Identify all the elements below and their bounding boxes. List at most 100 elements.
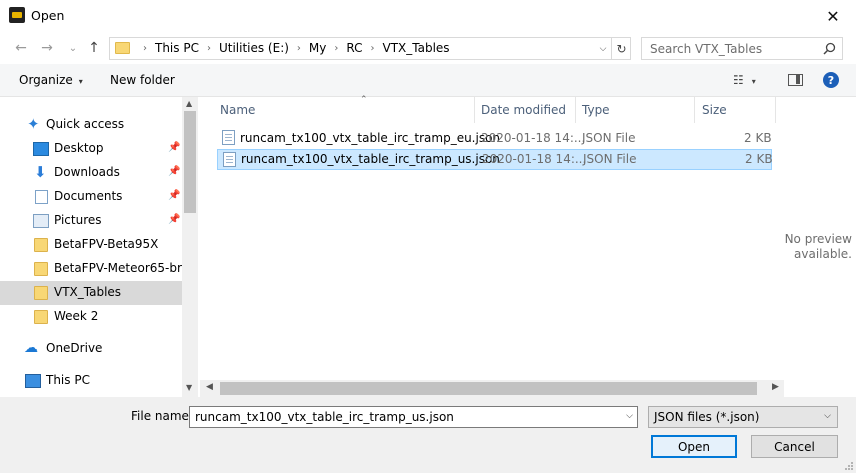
sidebar-item-betafpv-meteor65[interactable]: BetaFPV-Meteor65-brusl — [0, 257, 182, 281]
scroll-left-icon[interactable]: ◀ — [206, 382, 213, 392]
forward-arrow-icon[interactable]: → — [37, 38, 57, 58]
search-icon[interactable] — [823, 42, 836, 55]
breadcrumb-item[interactable]: RC — [345, 41, 363, 55]
help-icon[interactable]: ? — [823, 72, 839, 88]
address-bar[interactable]: › This PC › Utilities (E:) › My › RC › V… — [109, 37, 631, 60]
desktop-icon — [33, 142, 49, 156]
file-type-value: JSON files (*.json) — [654, 410, 760, 424]
back-arrow-icon[interactable]: ← — [11, 38, 31, 58]
sidebar-item-downloads[interactable]: ⬇ Downloads 📌 — [0, 161, 182, 185]
sidebar-item-label: Week 2 — [54, 309, 99, 323]
column-divider[interactable] — [775, 97, 776, 123]
breadcrumb-item[interactable]: Utilities (E:) — [218, 41, 290, 55]
title-bar: Open ✕ — [0, 0, 856, 32]
sidebar-item-pictures[interactable]: Pictures 📌 — [0, 209, 182, 233]
file-list-horizontal-scrollbar[interactable]: ◀ ▶ — [200, 380, 784, 397]
file-size: 2 KB — [744, 131, 772, 145]
refresh-icon[interactable]: ↻ — [611, 38, 631, 59]
sidebar-scrollbar[interactable]: ▲ ▼ — [182, 97, 198, 397]
chevron-right-icon[interactable]: › — [207, 43, 211, 54]
scroll-down-icon[interactable]: ▼ — [186, 383, 192, 392]
pin-icon: 📌 — [168, 190, 181, 201]
chevron-down-icon[interactable]: ⌵ — [595, 41, 611, 57]
caret-down-icon: ▾ — [751, 77, 756, 86]
table-row[interactable]: runcam_tx100_vtx_table_irc_tramp_eu.json… — [217, 128, 772, 149]
breadcrumb-item[interactable]: This PC — [154, 41, 200, 55]
sidebar-item-documents[interactable]: Documents 📌 — [0, 185, 182, 209]
up-arrow-icon[interactable]: ↑ — [84, 38, 104, 58]
star-icon: ✦ — [27, 115, 40, 133]
column-header-name[interactable]: Name ⌃ — [220, 95, 474, 123]
sidebar-item-betafpv-beta95x[interactable]: BetaFPV-Beta95X — [0, 233, 182, 257]
sidebar-item-desktop[interactable]: Desktop 📌 — [0, 137, 182, 161]
cancel-button[interactable]: Cancel — [751, 435, 838, 458]
file-date: 2020-01-18 14:... — [481, 131, 586, 145]
navigation-bar: ← → ⌄ ↑ › This PC › Utilities (E:) › My … — [0, 32, 856, 64]
file-date: 2020-01-18 14:... — [482, 152, 587, 166]
json-file-icon — [222, 130, 235, 145]
command-bar: Organize ▾ New folder ☷ ▾ ? — [0, 64, 856, 97]
column-divider[interactable] — [474, 97, 475, 123]
json-file-icon — [223, 152, 236, 167]
recent-locations-icon[interactable]: ⌄ — [63, 38, 83, 58]
sidebar-item-vtx-tables[interactable]: VTX_Tables — [0, 281, 182, 305]
sidebar-item-label: BetaFPV-Beta95X — [54, 237, 159, 251]
preview-line: No preview — [784, 232, 852, 246]
sidebar-item-quick-access[interactable]: ✦ Quick access — [0, 113, 182, 137]
sidebar-item-label: Desktop — [54, 141, 104, 155]
file-type: JSON File — [583, 152, 637, 166]
search-box[interactable] — [641, 37, 843, 60]
column-divider[interactable] — [694, 97, 695, 123]
file-name-input[interactable] — [190, 407, 618, 427]
pin-icon: 📌 — [168, 166, 181, 177]
folder-icon — [115, 42, 130, 54]
breadcrumb-item[interactable]: VTX_Tables — [382, 41, 451, 55]
caret-down-icon: ▾ — [78, 77, 83, 86]
pin-icon: 📌 — [168, 142, 181, 153]
chevron-right-icon[interactable]: › — [297, 43, 301, 54]
open-button[interactable]: Open — [651, 435, 737, 458]
chevron-right-icon[interactable]: › — [334, 43, 338, 54]
column-header-date[interactable]: Date modified — [481, 97, 575, 123]
scrollbar-thumb[interactable] — [184, 111, 196, 213]
sidebar-item-label: This PC — [46, 373, 90, 387]
scrollbar-thumb[interactable] — [220, 382, 757, 395]
file-list: Name ⌃ Date modified Type Size runcam_tx… — [200, 95, 784, 397]
preview-pane: No preview available. — [784, 97, 856, 397]
preview-message: No preview available. — [784, 232, 852, 262]
sidebar-item-label: Quick access — [46, 117, 125, 131]
new-folder-button[interactable]: New folder — [110, 73, 175, 87]
organize-button[interactable]: Organize ▾ — [19, 73, 83, 87]
folder-icon — [34, 310, 48, 324]
table-row[interactable]: runcam_tx100_vtx_table_irc_tramp_us.json… — [217, 149, 773, 170]
preview-pane-icon[interactable] — [788, 74, 803, 86]
column-divider[interactable] — [575, 97, 576, 123]
column-header-size[interactable]: Size — [702, 97, 772, 123]
sidebar-item-this-pc[interactable]: This PC — [0, 369, 182, 393]
scroll-up-icon[interactable]: ▲ — [186, 99, 192, 108]
scroll-right-icon[interactable]: ▶ — [772, 382, 779, 392]
sidebar-item-onedrive[interactable]: ☁ OneDrive — [0, 337, 182, 361]
sidebar-item-week-2[interactable]: Week 2 — [0, 305, 182, 329]
chevron-right-icon[interactable]: › — [371, 43, 375, 54]
column-header-label: Name — [220, 103, 256, 117]
sidebar-item-label: BetaFPV-Meteor65-brusl — [54, 261, 182, 275]
folder-icon — [34, 238, 48, 252]
breadcrumb-item[interactable]: My — [308, 41, 327, 55]
resize-grip-icon[interactable] — [844, 461, 854, 471]
sidebar-item-label: Documents — [54, 189, 123, 203]
document-icon — [35, 190, 48, 204]
close-button[interactable]: ✕ — [810, 0, 856, 32]
sort-ascending-icon: ⌃ — [360, 95, 368, 105]
search-input[interactable] — [642, 38, 818, 59]
file-name-combobox[interactable]: ⌵ — [189, 406, 638, 428]
file-type-select[interactable]: JSON files (*.json) ⌵ — [648, 406, 838, 428]
column-header-type[interactable]: Type — [582, 97, 694, 123]
chevron-down-icon[interactable]: ⌵ — [626, 411, 633, 421]
app-icon — [9, 7, 25, 23]
change-view-button[interactable]: ☷ ▾ — [733, 73, 756, 87]
computer-icon — [25, 374, 41, 388]
sidebar-item-label: Pictures — [54, 213, 102, 227]
file-name: runcam_tx100_vtx_table_irc_tramp_us.json — [241, 152, 500, 166]
chevron-down-icon: ⌵ — [824, 411, 831, 421]
